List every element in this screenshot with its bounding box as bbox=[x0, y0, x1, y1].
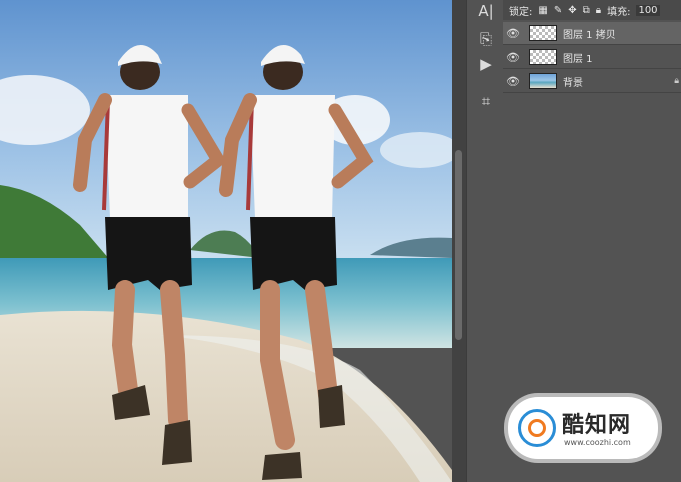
brand-logo-icon bbox=[518, 409, 556, 447]
layer-thumbnail bbox=[529, 25, 557, 41]
play-action-icon[interactable]: ▶ bbox=[475, 53, 497, 75]
layer-name: 图层 1 bbox=[563, 53, 593, 65]
scrollbar-thumb[interactable] bbox=[455, 150, 462, 340]
crop-icon[interactable]: ⌗ bbox=[475, 90, 497, 112]
layer-thumbnail bbox=[529, 49, 557, 65]
layer-row-background[interactable]: 👁︎ 背景 🔒︎ bbox=[503, 70, 681, 93]
lock-brush-icon[interactable]: ✎ bbox=[554, 5, 562, 16]
lock-position-icon[interactable]: ✥ bbox=[568, 5, 576, 16]
document-canvas[interactable] bbox=[0, 0, 452, 482]
lock-artboard-icon[interactable]: ⧉ bbox=[583, 5, 590, 16]
lock-all-icon[interactable]: 🔒︎ bbox=[596, 5, 601, 16]
watermark-title: 酷知网 bbox=[562, 413, 632, 438]
fill-value[interactable]: 100 bbox=[636, 4, 660, 16]
lock-transparent-icon[interactable]: ▦ bbox=[538, 5, 547, 16]
visibility-eye-icon[interactable]: 👁︎ bbox=[503, 75, 523, 88]
lock-icon: 🔒︎ bbox=[674, 76, 679, 86]
beach-runners-photo bbox=[0, 0, 452, 482]
visibility-eye-icon[interactable]: 👁︎ bbox=[503, 51, 523, 64]
visibility-eye-icon[interactable]: 👁︎ bbox=[503, 27, 523, 40]
canvas-vertical-scrollbar[interactable] bbox=[452, 0, 466, 482]
layer-row-layer1[interactable]: 👁︎ 图层 1 bbox=[503, 46, 681, 69]
lock-label: 锁定: bbox=[509, 6, 533, 18]
character-panel-icon[interactable]: A| bbox=[475, 0, 497, 22]
layer-name: 背景 bbox=[563, 77, 583, 89]
watermark-url: www.coozhi.com bbox=[564, 438, 631, 447]
layer-row-copy[interactable]: 👁︎ 图层 1 拷贝 bbox=[503, 22, 681, 45]
panel-tool-strip: A| ⎘ ▶ ⌗ bbox=[466, 0, 504, 482]
lock-bar: 锁定: ▦ ✎ ✥ ⧉ 🔒︎ 填充: 100 bbox=[503, 0, 681, 20]
layer-thumbnail bbox=[529, 73, 557, 89]
watermark-badge: 酷知网 www.coozhi.com bbox=[508, 397, 658, 459]
fill-label: 填充: bbox=[607, 6, 631, 18]
layer-comps-icon[interactable]: ⎘ bbox=[475, 28, 497, 50]
layer-name: 图层 1 拷贝 bbox=[563, 29, 616, 41]
